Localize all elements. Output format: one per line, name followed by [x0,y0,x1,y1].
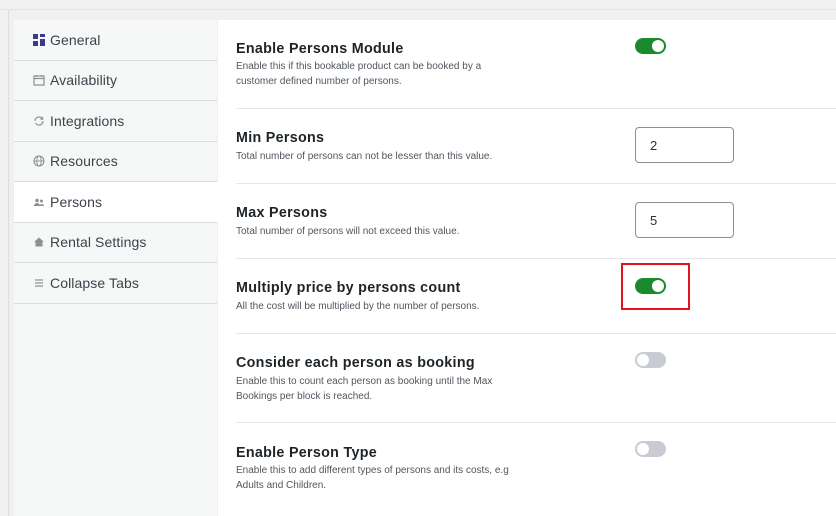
setting-title: Enable Persons Module [236,41,404,57]
users-icon [33,196,45,208]
setting-description: Enable this to add different types of pe… [236,465,509,491]
grid-icon [33,33,45,46]
setting-row-max-persons: Max Persons Total number of persons will… [236,184,836,259]
sidebar-item-availability[interactable]: Availability [14,61,217,101]
sidebar-item-label: Availability [50,72,118,89]
sidebar-item-collapse-tabs[interactable]: Collapse Tabs [14,263,217,304]
setting-row-multiply-price: Multiply price by persons count All the … [236,259,836,334]
settings-sidebar: General Availability Integrations Resour… [14,20,218,516]
each-person-booking-toggle[interactable] [635,352,666,368]
menu-icon [33,277,45,289]
sidebar-item-persons[interactable]: Persons [14,182,218,223]
sidebar-item-label: Persons [50,193,103,210]
calendar-icon [33,74,45,86]
left-border [8,10,9,516]
top-strip [0,0,836,10]
enable-persons-toggle[interactable] [635,38,666,54]
sidebar-item-integrations[interactable]: Integrations [14,101,217,142]
setting-description: Enable this to count each person as book… [236,376,493,402]
sidebar-item-resources[interactable]: Resources [14,142,217,182]
sidebar-item-label: Rental Settings [50,234,147,251]
sidebar-item-label: General [50,31,101,48]
setting-title: Consider each person as booking [236,355,475,371]
setting-description: All the cost will be multiplied by the n… [236,301,480,312]
sidebar-item-label: Resources [50,153,118,170]
setting-description: Enable this if this bookable product can… [236,61,482,87]
min-persons-input[interactable] [635,127,734,163]
globe-icon [33,155,45,167]
toggle-knob [652,280,664,292]
max-persons-input[interactable] [635,202,734,238]
toggle-knob [652,40,664,52]
setting-title: Enable Person Type [236,445,377,461]
setting-row-person-type: Enable Person Type Enable this to add di… [236,423,836,516]
setting-description: Total number of persons can not be lesse… [236,151,493,162]
toggle-knob [637,443,649,455]
home-icon [33,236,45,248]
sidebar-item-label: Collapse Tabs [50,274,139,291]
setting-title: Multiply price by persons count [236,280,461,296]
setting-title: Min Persons [236,130,325,146]
setting-row-each-person-booking: Consider each person as booking Enable t… [236,334,836,423]
person-type-toggle[interactable] [635,441,666,457]
multiply-price-toggle[interactable] [635,278,666,294]
setting-description: Total number of persons will not exceed … [236,226,460,237]
settings-panel: Enable Persons Module Enable this if thi… [218,20,836,516]
sync-icon [33,115,45,127]
setting-title: Max Persons [236,205,328,221]
toggle-knob [637,354,649,366]
sidebar-item-label: Integrations [50,112,125,129]
setting-row-min-persons: Min Persons Total number of persons can … [236,109,836,184]
sidebar-item-general[interactable]: General [14,20,217,61]
setting-row-enable-persons: Enable Persons Module Enable this if thi… [236,20,836,109]
sidebar-item-rental-settings[interactable]: Rental Settings [14,223,217,263]
